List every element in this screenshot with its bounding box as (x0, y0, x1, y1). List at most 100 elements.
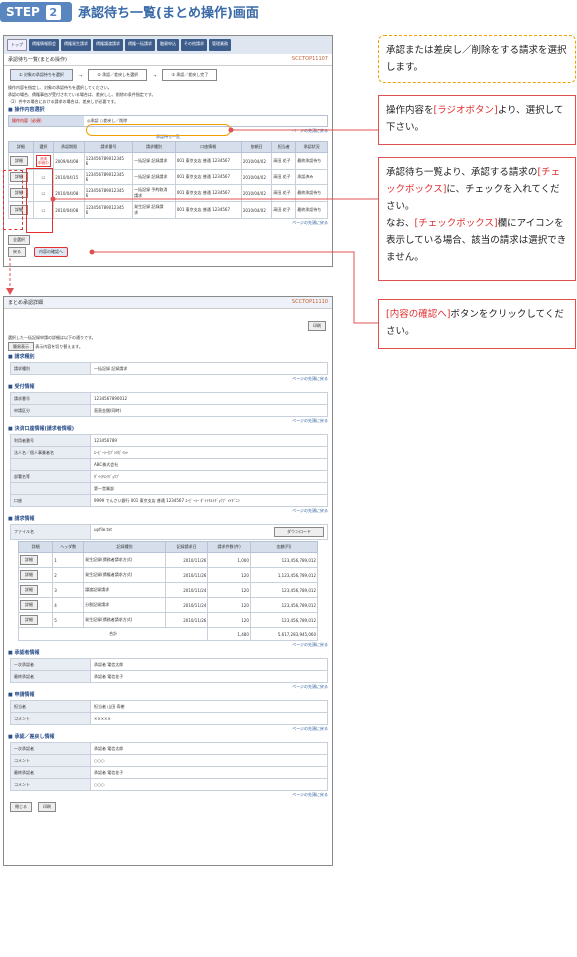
cell-text: 2010/11/24 (183, 602, 207, 608)
kv-row: コメント ○○○ (10, 778, 328, 791)
table-cell: 発生記録(債務者請求方式) (83, 612, 166, 628)
kv-value: 承認者 電信太郎 (90, 742, 328, 755)
nav-item[interactable]: 融資申込 (157, 39, 179, 51)
detail-header: まとめ承認詳細 SCCTOP11110 (4, 297, 332, 309)
nav-item[interactable]: 債権発生請求 (61, 39, 91, 51)
cell-text: 1,000 (237, 557, 249, 563)
table-cell: 001 東京支店 普通 1234567 (174, 152, 242, 170)
detail-button[interactable]: 詳細 (20, 555, 38, 565)
checkbox-highlight (26, 168, 53, 233)
approver-info-table: 一次承認者 承認者 電信太郎 最終承認者 承認者 電信花子 (10, 658, 328, 683)
kv-row: 最終承認者 承認者 電信花子 (10, 670, 328, 683)
kv-row: 部署名等 ﾀﾞｲｲﾁｴｲｷﾞｮｳﾌﾞ (10, 470, 328, 483)
table-cell: 承認済み (295, 169, 328, 185)
approval-return-info-table: 一次承認者 承認者 電信太郎 コメント ○○○ 最終承認者 承認者 電信花子 コメント ○○○ (10, 742, 328, 791)
table-cell: 1 (52, 552, 85, 568)
guide-note-3: （2）件中の場合における請求の場合は、差戻しが必要です。 (8, 99, 119, 104)
nav-item[interactable]: 債権一括請求 (125, 39, 155, 51)
table-cell: 4 (52, 597, 85, 613)
callout-2-radio-label: [ラジオボタン] (433, 105, 498, 116)
table-cell: 最終承認待ち (295, 184, 328, 202)
cell-text: 2010/04/02 (242, 174, 266, 180)
download-button[interactable]: ダウンロード (274, 527, 324, 537)
table-cell: 2010/04/02 (240, 169, 273, 185)
table-row: 詳細 2 発生記録(債権者請求方式) 2010/11/26 120 1,123,456,7… (17, 567, 319, 583)
cell-text: 譲渡記録請求 (85, 587, 110, 592)
kv-key: 最終承認者 (10, 766, 91, 779)
nav-item[interactable]: その他請求 (181, 39, 207, 51)
table-cell: 2010/04/02 (240, 201, 273, 219)
step-title: 承認待ち一覧(まとめ操作)画面 (78, 6, 259, 21)
detail-button[interactable]: 詳細 (10, 156, 28, 166)
kv-key: 請求番号 (10, 392, 91, 405)
table-row: 詳細 ☐ 2010/04/15 123456789012345 6 一括記録 記録請求 0… (8, 169, 328, 185)
section-receipt-info: 受付情報 (4, 382, 332, 391)
table-cell: 2010/11/24 (164, 597, 209, 613)
callout-3-checkbox-label-2: [チェックボックス] (414, 218, 498, 229)
cell-text: 3 (54, 587, 57, 593)
column-header: 選択 (32, 141, 55, 153)
cell-text: 2010/04/02 (242, 158, 266, 164)
cell-text: 123,456,789,012 (281, 617, 316, 623)
select-all-button[interactable]: 全選択 (8, 235, 30, 245)
nav-item[interactable]: 債権譲渡請求 (93, 39, 123, 51)
column-header: 承認期限 (53, 141, 85, 153)
nav-item[interactable]: 管理業務 (209, 39, 231, 51)
bundle-approval-detail-screen: まとめ承認詳細 SCCTOP11110 印刷 選択した一括記録申請の詳細は以下の… (3, 296, 333, 866)
cell-text: 2009/04/08 (55, 158, 79, 164)
section-application-info: 申請情報 (4, 690, 332, 699)
simple-view-button[interactable]: 簡易表示 (8, 342, 34, 351)
step-badge: STEP 2 (0, 2, 72, 22)
cell-text: 一括記録 予約取消 請求 (134, 187, 168, 198)
callout-checkbox: 承認待ち一覧より、承認する請求の[チェックボックス]に、チェックを入れてください… (378, 157, 576, 281)
screen-id: SCCTOP11107 (291, 56, 328, 62)
nav-item[interactable]: 債権情報照会 (29, 39, 59, 51)
progress-step-2: ② 承認／差戻しを選択 (88, 69, 148, 81)
kv-value: ○○○ (90, 754, 328, 767)
table-cell: 詳細 (17, 582, 54, 598)
print-button[interactable]: 印刷 (308, 321, 326, 331)
kv-row: 一次承認者 承認者 電信太郎 (10, 742, 328, 755)
detail-button[interactable]: 詳細 (20, 570, 38, 580)
back-button[interactable]: 戻る (8, 247, 26, 257)
detail-button[interactable]: 詳細 (20, 585, 38, 595)
table-cell: 発生記録(債務者請求方式) (83, 552, 166, 568)
kv-row: 最終承認者 承認者 電信花子 (10, 766, 328, 779)
nav-item[interactable]: トップ (7, 39, 27, 51)
file-value: upfile.txt ダウンロード (90, 524, 328, 540)
progress-steps: ① 対象の承認待ちを選択 → ② 承認／差戻しを選択 → ③ 承認／差戻し完了 (4, 66, 332, 84)
column-header: 口座情報 (174, 141, 242, 153)
cell-text: 2010/04/02 (242, 207, 266, 213)
detail-button[interactable]: 詳細 (20, 600, 38, 610)
table-cell: 詳細 (17, 597, 54, 613)
column-header: 請求件数(件) (207, 541, 251, 553)
table-cell: 譲渡記録請求 (83, 582, 166, 598)
print-button-bottom[interactable]: 印刷 (38, 802, 56, 812)
table-cell: 詳細 (17, 612, 54, 628)
table-row: 詳細 ☐ 2010/04/08 123456789012345 6 一括記録 予約取消 … (8, 184, 328, 202)
kv-key (10, 458, 91, 471)
table-cell: 123,456,789,012 (249, 612, 319, 628)
callout-radio: 操作内容を[ラジオボタン]より、選択して下さい。 (378, 95, 576, 145)
close-button[interactable]: 閉じる (10, 802, 32, 812)
kv-row: 申請区分 直直金銭(同時) (10, 404, 328, 417)
cell-text: 120 (241, 617, 249, 623)
detail-button[interactable]: 詳細 (20, 615, 38, 625)
total-amount: 5,617,283,945,060 (277, 631, 316, 637)
cell-text: 一括記録 記録請求 (134, 174, 168, 179)
table-cell: 2009/04/08 (53, 152, 85, 170)
account-info-table: 利用者番号 123456789 法人名／個人事業者名 ｴｰﾋﾞｰｼｰｶﾌﾞｼｷｶﾞｲｼ… (10, 434, 328, 507)
kv-key: 口座 (10, 494, 91, 507)
confirm-button[interactable]: 内容の確認へ (34, 247, 68, 257)
kv-value: 承認者 電信花子 (90, 670, 328, 683)
table-cell: 123,456,789,012 (249, 597, 319, 613)
table-row: 詳細 1 発生記録(債務者請求方式) 2010/11/26 1,000 123,456,7… (17, 552, 319, 568)
total-count: 1,480 (237, 631, 249, 637)
kv-key: コメント (10, 778, 91, 791)
callout-4-button-label: [内容の確認へ] (386, 309, 451, 320)
table-cell: 高田 花子 (271, 152, 297, 170)
cell-text: 2010/04/15 (55, 174, 79, 180)
simple-view-note: 表示内容を切り替えます。 (35, 344, 83, 349)
guide-note-1: 操作内容を指定し、対象の承認待ちを選択してください。 (8, 85, 112, 90)
kv-key: 最終承認者 (10, 670, 91, 683)
